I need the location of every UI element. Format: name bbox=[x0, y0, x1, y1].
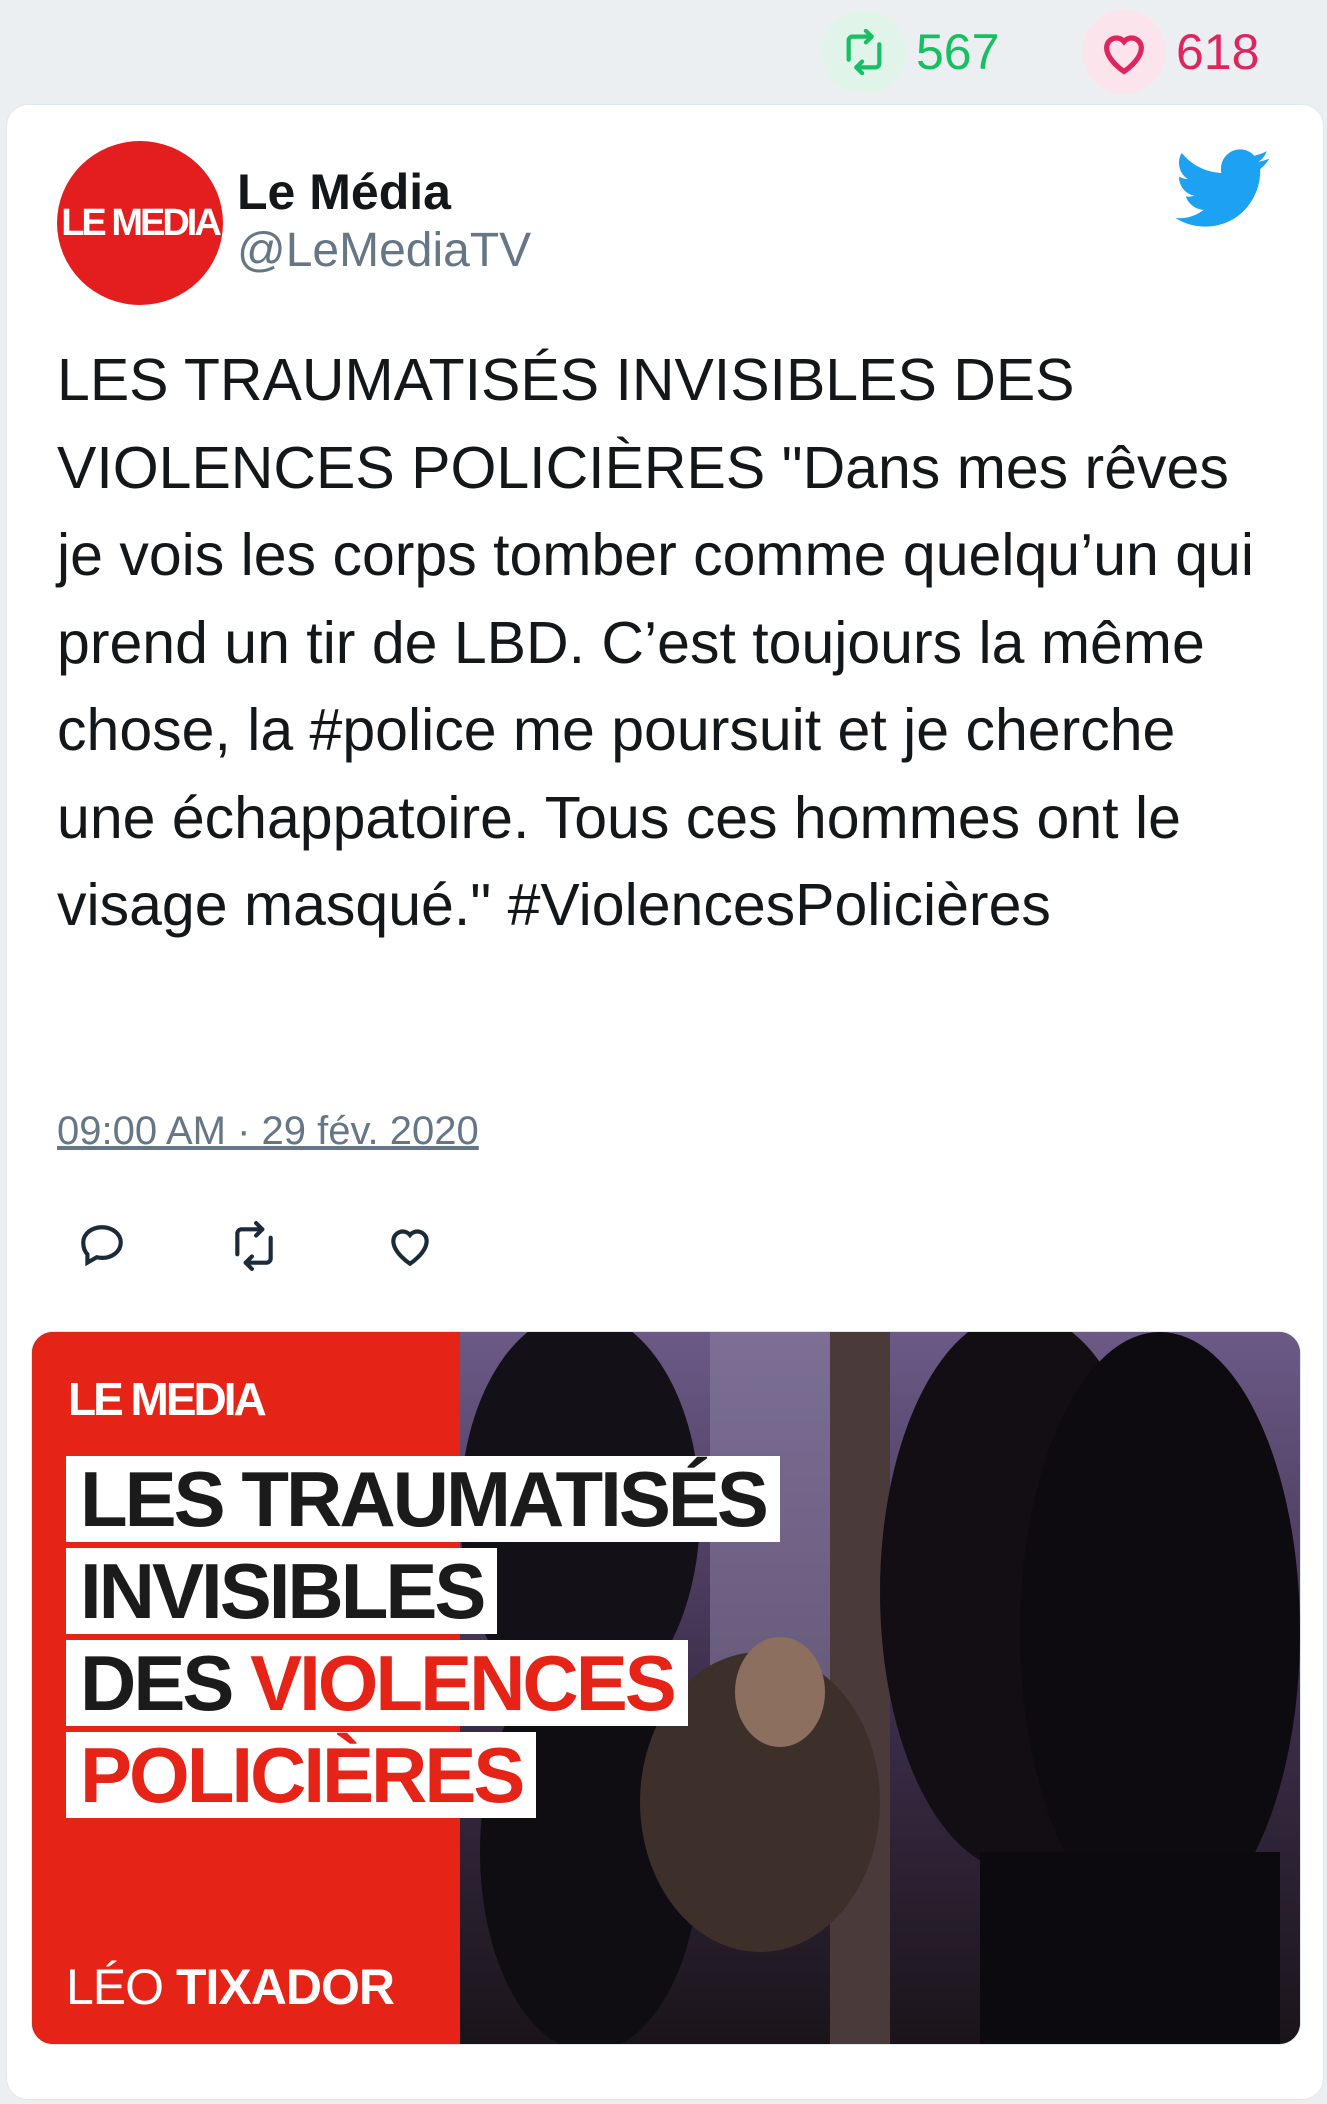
tweet-actions bbox=[67, 1221, 567, 1291]
reply-icon[interactable] bbox=[77, 1221, 137, 1281]
media-author: LÉO TIXADOR bbox=[66, 1958, 395, 2016]
media-image[interactable]: LE MEDIA LES TRAUMATISÉS INVISIBLES DES … bbox=[31, 1331, 1301, 2045]
like-stat[interactable]: 618 bbox=[1082, 10, 1259, 94]
tweet-stats-bar: 567 618 bbox=[0, 0, 1327, 100]
retweet-stat[interactable]: 567 bbox=[822, 10, 999, 94]
heart-icon bbox=[1082, 10, 1166, 94]
retweet-action-icon[interactable] bbox=[225, 1221, 285, 1281]
author-first-name: LÉO bbox=[66, 1959, 176, 2015]
author-handle[interactable]: @LeMediaTV bbox=[237, 223, 531, 278]
headline-line-2: INVISIBLES bbox=[66, 1548, 498, 1634]
headline-line-3-red: VIOLENCES bbox=[250, 1639, 677, 1727]
headline-line-1: LES TRAUMATISÉS bbox=[66, 1456, 780, 1542]
author-last-name: TIXADOR bbox=[175, 1959, 395, 2015]
tweet-card: LE MEDIA Le Média @LeMediaTV LES TRAUMAT… bbox=[6, 104, 1324, 2100]
author-name[interactable]: Le Média bbox=[237, 163, 451, 221]
headline-line-3-black: DES bbox=[80, 1639, 251, 1727]
media-logo: LE MEDIA bbox=[68, 1373, 267, 1425]
twitter-bird-icon[interactable] bbox=[1175, 149, 1271, 229]
like-count: 618 bbox=[1176, 24, 1260, 80]
headline-line-4: POLICIÈRES bbox=[66, 1732, 537, 1818]
tweet-text: LES TRAUMATISÉS INVISIBLES DES VIOLENCES… bbox=[57, 347, 1254, 938]
retweet-icon bbox=[822, 10, 906, 94]
avatar-logo: LE MEDIA bbox=[61, 201, 222, 244]
headline-line-3: DES VIOLENCES bbox=[66, 1640, 688, 1726]
avatar[interactable]: LE MEDIA bbox=[57, 141, 223, 305]
tweet-timestamp[interactable]: 09:00 AM · 29 fév. 2020 bbox=[57, 1109, 479, 1154]
retweet-count: 567 bbox=[916, 24, 1000, 80]
like-icon[interactable] bbox=[385, 1221, 445, 1281]
